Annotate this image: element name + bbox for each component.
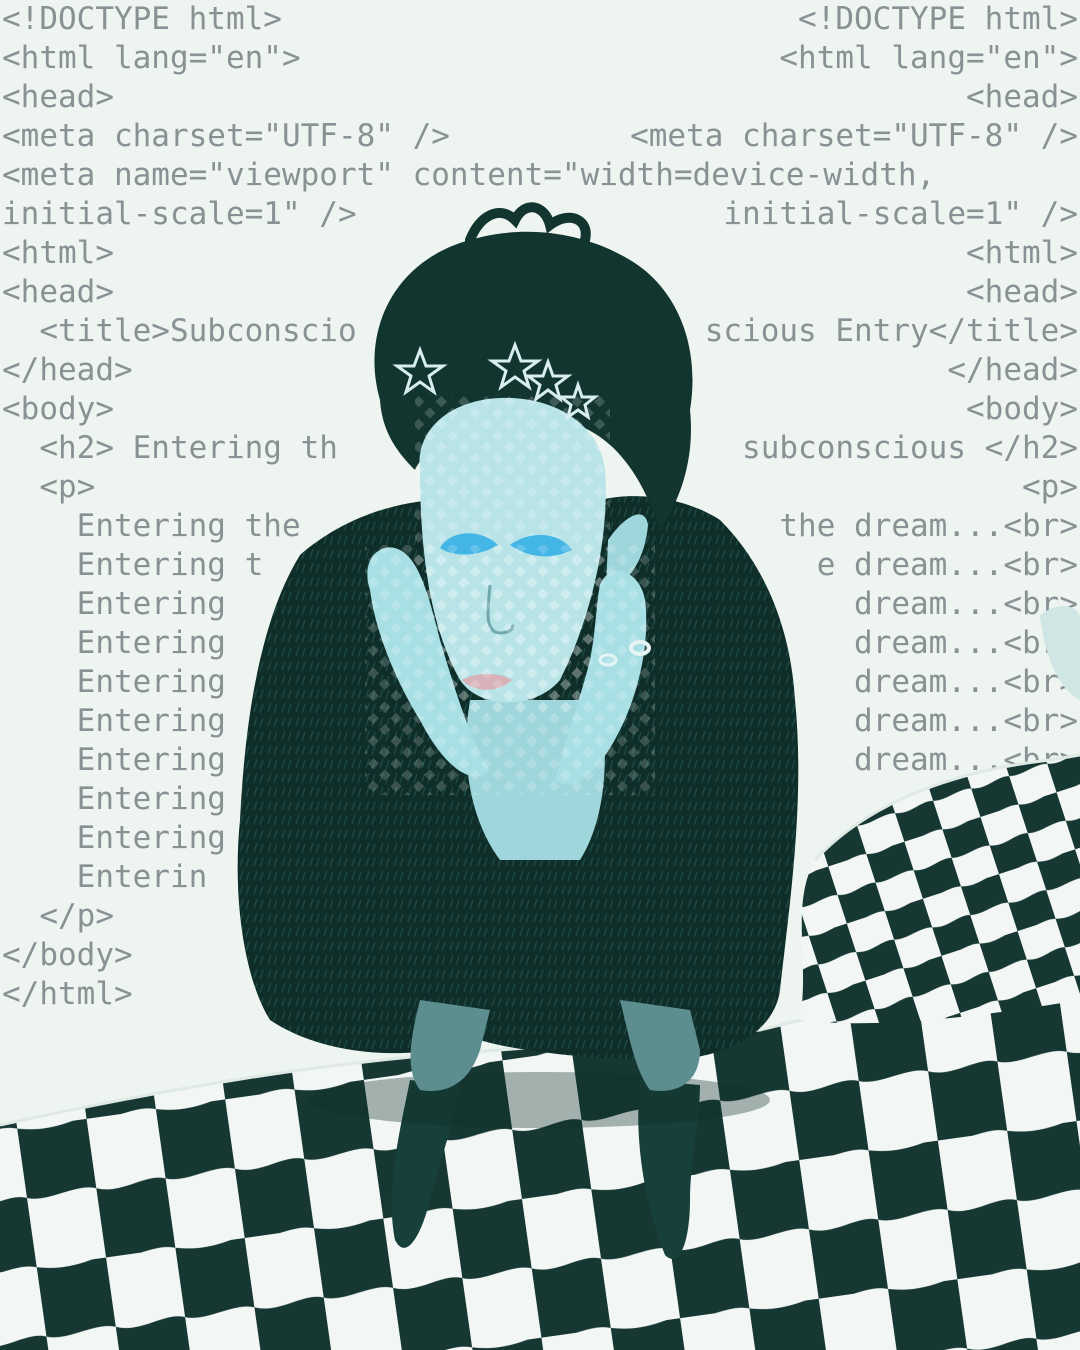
crouching-figure [237,202,799,1259]
collage-scene [0,202,1080,1350]
checkered-mound [800,605,1080,1024]
